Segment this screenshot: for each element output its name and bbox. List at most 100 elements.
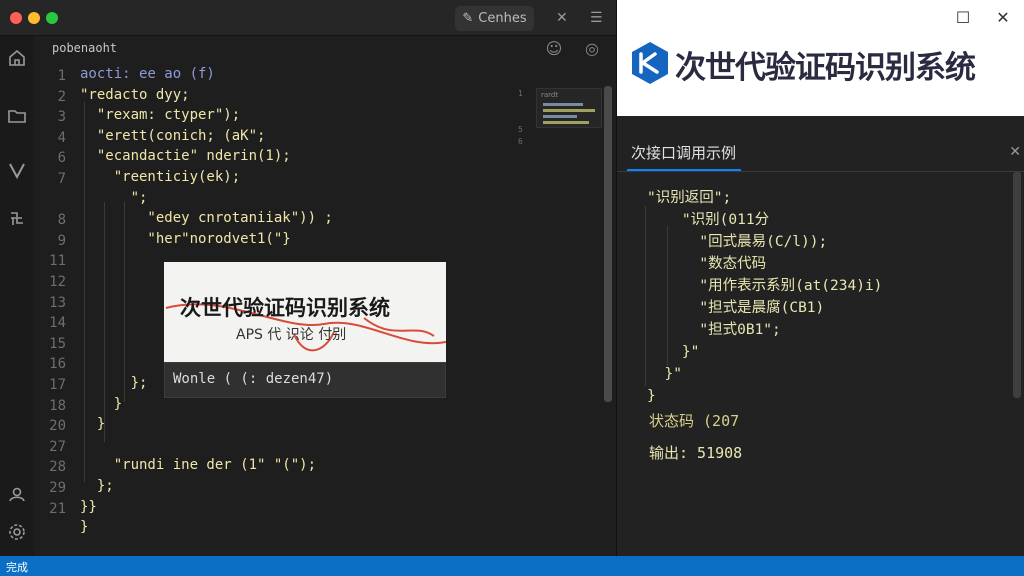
close-icon[interactable]: ✕ [1009,144,1021,160]
line-number: 9 [57,232,66,249]
line-number: 8 [57,212,66,229]
line-number: 6 [57,150,66,167]
example-code-line: }" [647,344,700,360]
maximize-icon[interactable]: ☐ [953,8,973,28]
user-icon[interactable]: ☺ [544,39,564,59]
minimap-row [543,115,577,118]
line-number: 28 [49,459,66,476]
example-code-line: "担式0B1"; [647,322,781,338]
minimap-marker: 1 [518,89,523,98]
status-bar-label: 完成 [6,561,28,574]
code-line: "redacto dyy; [80,86,190,103]
titlebar-action-label: Cenhes [478,11,527,26]
brand-logo-icon [632,42,668,84]
example-code-line: } [647,388,656,404]
panel-scrollbar[interactable] [1013,172,1021,398]
code-line: }; [80,478,114,494]
code-line: "reenticiy(ek); [80,169,241,185]
home-icon[interactable] [7,48,27,68]
breadcrumb: pobenaoht ☺ ◎ [34,36,616,62]
line-number: 3 [57,109,66,126]
code-line: "her"norodvet1("} [80,230,291,247]
source-control-icon[interactable] [7,160,27,180]
code-line: "; [80,189,148,206]
example-code-line: "识别返回"; [647,190,732,206]
editor-window: ✎ Cenhes ✕ ☰ pobenaoht ☺ ◎ 1 2 3 4 6 7 8 9 11 12 1… [0,0,616,556]
settings-icon[interactable]: ◎ [582,39,602,59]
gear-icon[interactable] [7,522,27,542]
hover-tooltip: Wonle ( (: dezen47) [164,362,446,398]
line-number: 18 [49,397,66,414]
example-code-line: "担式是晨腐(CB1) [647,300,825,316]
api-example-code[interactable]: "识别返回"; "识别(011分 "回式晨易(C/l)); "数态代码 "用作表… [633,186,1005,404]
close-window-button[interactable] [10,12,22,24]
brand-title: 次世代验证码识别系统 [675,50,976,86]
minimap-marker [518,100,523,112]
code-line: "rexam: ctyper"); [80,107,241,124]
example-code-line: "识别(011分 [647,212,770,228]
line-number: 29 [49,480,66,496]
overlay-banner: 次世代验证码识别系统 APS 代 识论 付别 [164,262,446,362]
minimap-marker [518,112,523,124]
code-line: "edey cnrotaniiak")) ; [80,210,333,227]
minimap-label: rardt [541,91,559,99]
account-icon[interactable] [7,484,27,504]
line-number: 20 [49,418,66,435]
example-code-line: "数态代码 [647,256,767,272]
minimap-line-markers: 1 5 6 [518,88,523,148]
app-header: ☐ ✕ 次世代验证码识别系统 [617,0,1024,116]
tab-api-example[interactable]: 次接口调用示例 [631,142,736,163]
code-line: }; [80,375,148,391]
line-number: 7 [57,171,66,187]
extensions-icon[interactable] [7,208,27,228]
hover-tooltip-text: Wonle ( (: dezen47) [173,371,334,387]
line-number: 27 [49,438,66,455]
code-line: } [80,519,89,536]
line-number: 14 [49,315,66,332]
line-number: 1 [57,68,66,84]
panel-tabbar: 次接口调用示例 ✕ [617,134,1024,172]
example-code-line: }" [647,366,682,382]
status-code-text: 状态码 (207 [649,412,740,430]
line-number: 12 [49,274,66,290]
api-example-panel: ☐ ✕ 次世代验证码识别系统 次接口调用示例 ✕ "识别返回"; "识别(011… [616,0,1024,556]
editor-scrollbar[interactable] [604,86,612,402]
close-icon[interactable]: ✕ [556,9,568,27]
code-line: aocti: ee ao (f) [80,66,215,82]
editor-titlebar: ✎ Cenhes ✕ ☰ [0,0,616,36]
minimap-row [543,121,589,124]
active-tab-indicator [627,169,741,171]
line-number: 15 [49,335,66,352]
minimap-row [543,103,583,106]
minimap-row [543,109,595,112]
indent-guide [645,206,646,386]
line-number: 17 [49,377,66,393]
line-number: 4 [57,129,66,146]
code-line: "ecandactie" nderin(1); [80,148,291,165]
code-line: } [80,395,123,412]
pencil-icon: ✎ [462,11,474,26]
overlay-subtitle: APS 代 识论 付别 [236,327,347,343]
example-code-line: "用作表示系别(at(234)i) [647,278,883,294]
close-icon[interactable]: ✕ [993,8,1013,28]
output-text: 输出: 51908 [649,444,743,462]
line-number: 13 [49,294,66,311]
breadcrumb-file[interactable]: pobenaoht [52,41,117,55]
activity-bar [0,36,34,556]
line-number: 16 [49,356,66,373]
titlebar-action-button[interactable]: ✎ Cenhes [455,6,534,31]
minimap[interactable]: rardt [536,88,602,128]
example-code-line: "回式晨易(C/l)); [647,234,828,250]
code-line: "rundi ine der (1" "("); [80,457,317,474]
code-line: "erett(conich; (aK"; [80,127,266,144]
zoom-window-button[interactable] [46,12,58,24]
code-line: }} [80,498,97,515]
line-number: 21 [49,500,66,517]
minimize-window-button[interactable] [28,12,40,24]
menu-icon[interactable]: ☰ [590,9,603,27]
folder-icon[interactable] [7,106,27,126]
minimap-marker: 6 [518,137,523,146]
overlay-title: 次世代验证码识别系统 [180,296,390,320]
status-bar: 完成 [0,556,1024,576]
line-number: 11 [49,253,66,270]
